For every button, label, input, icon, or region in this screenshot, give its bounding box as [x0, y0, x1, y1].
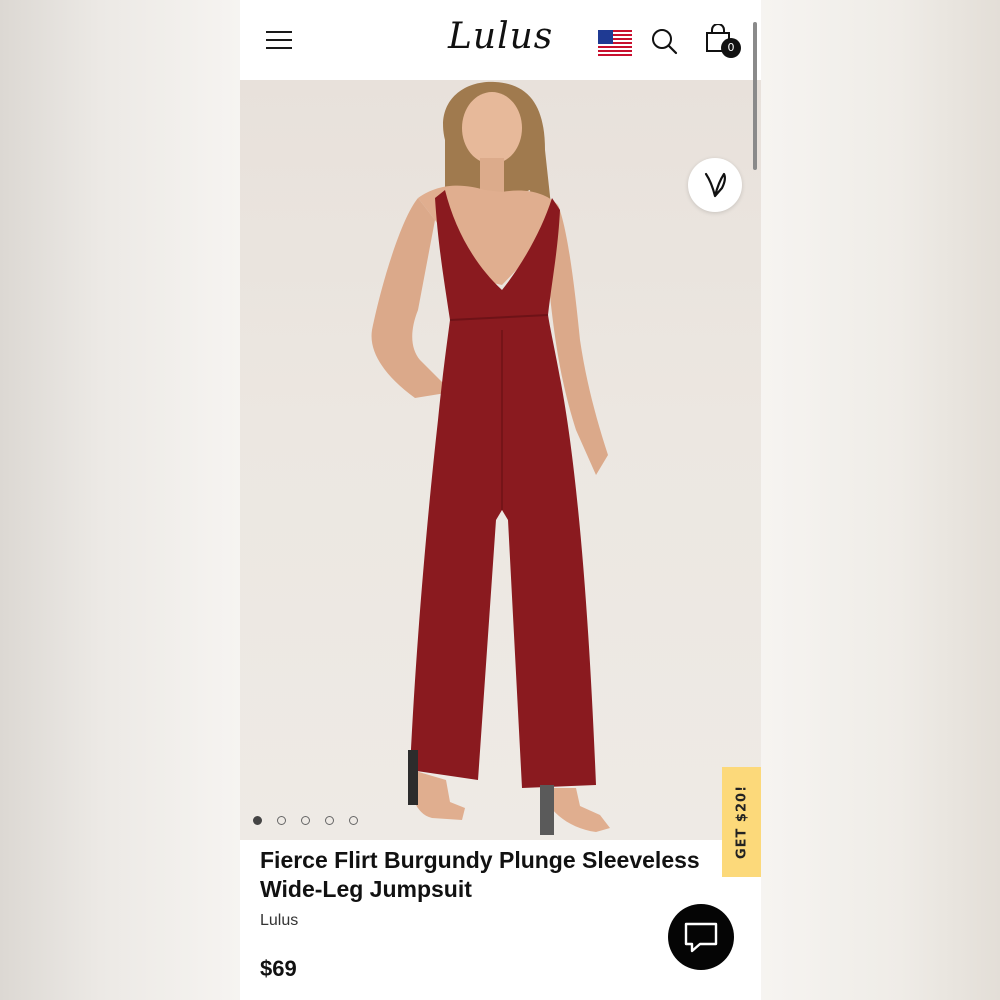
pagination-dot[interactable]: [325, 816, 334, 825]
heart-icon: [704, 172, 726, 198]
pagination-dot[interactable]: [349, 816, 358, 825]
menu-icon[interactable]: [266, 29, 292, 51]
promo-label: GET $20!: [734, 784, 749, 860]
cart-count-badge: 0: [721, 38, 741, 58]
site-logo[interactable]: Lulus: [448, 12, 553, 62]
pagination-dot[interactable]: [253, 816, 262, 825]
chat-button[interactable]: [668, 904, 734, 970]
scrollbar[interactable]: [753, 22, 757, 170]
us-flag-icon[interactable]: [598, 30, 632, 56]
product-image-gallery[interactable]: [240, 80, 761, 840]
pagination-dot[interactable]: [277, 816, 286, 825]
pagination-dot[interactable]: [301, 816, 310, 825]
mobile-viewport: Lulus 0 GET $20! Fierce Flirt Burgundy P…: [240, 0, 761, 1000]
site-header: Lulus 0: [240, 0, 761, 80]
product-price: $69: [260, 956, 297, 981]
product-photo: [371, 81, 610, 835]
product-brand[interactable]: Lulus: [260, 912, 298, 930]
search-icon[interactable]: [650, 27, 678, 55]
product-title: Fierce Flirt Burgundy Plunge Sleeveless …: [260, 847, 700, 902]
cart-button[interactable]: 0: [705, 24, 743, 60]
chat-bubble-icon: [684, 922, 718, 953]
wishlist-button[interactable]: [688, 158, 742, 212]
